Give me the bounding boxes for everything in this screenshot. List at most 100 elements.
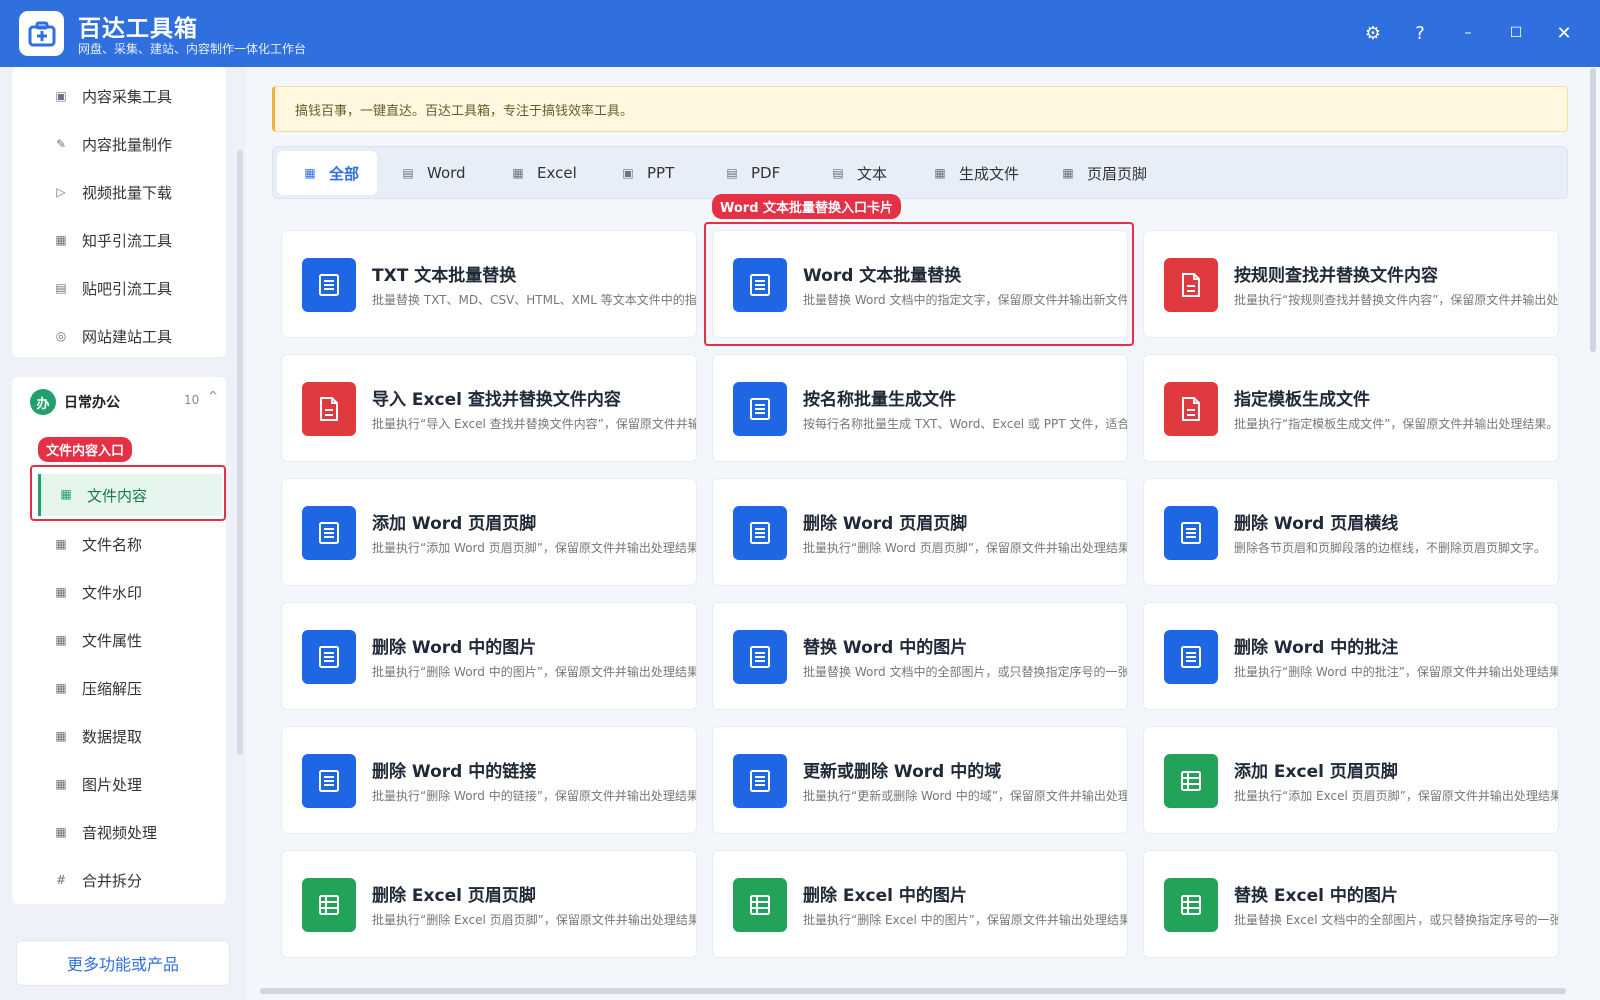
grid-icon: ▦ — [55, 825, 67, 839]
sidebar-item-file-name[interactable]: ▦ 文件名称 — [12, 524, 222, 564]
tool-card-title: 按规则查找并替换文件内容 — [1234, 266, 1438, 286]
tab-word[interactable]: ▤ Word — [401, 151, 465, 195]
tool-card-title: 删除 Word 中的图片 — [372, 638, 537, 658]
tab-generate-file[interactable]: ▦ 生成文件 — [933, 151, 1019, 195]
tool-card-description: 删除各节页眉和页脚段落的边框线，不删除页眉页脚文字。 — [1234, 541, 1547, 555]
sidebar-item-website[interactable]: ◎ 网站建站工具 — [12, 316, 222, 356]
sheet-file-icon — [1164, 754, 1218, 808]
tool-card-description: 批量替换 Word 文档中的全部图片，或只替换指定序号的一张图片。 — [803, 665, 1128, 679]
sheet-file-icon — [302, 878, 356, 932]
tab-pdf[interactable]: ▤ PDF — [725, 151, 780, 195]
tool-card[interactable]: 删除 Word 中的批注 批量执行“删除 Word 中的批注”，保留原文件并输出处… — [1143, 602, 1559, 710]
tool-card-title: TXT 文本批量替换 — [372, 266, 517, 286]
tool-card[interactable]: 删除 Word 页眉页脚 批量执行“删除 Word 页眉页脚”，保留原文件并输出处… — [712, 478, 1128, 586]
maximize-icon[interactable]: ☐ — [1503, 20, 1529, 46]
document-file-icon — [1164, 630, 1218, 684]
close-icon[interactable]: ✕ — [1551, 20, 1577, 46]
toolbox-logo-icon — [19, 11, 64, 56]
tab-header-footer[interactable]: ▦ 页眉页脚 — [1061, 151, 1147, 195]
category-tabs: ▦ 全部 ▤ Word ▦ Excel ▣ PPT ▤ PDF ▤ 文本 ▦ 生成文件 ▦ 页眉… — [272, 146, 1568, 199]
pen-icon: ✎ — [55, 137, 67, 151]
tool-card[interactable]: 删除 Excel 中的图片批量执行“删除 Excel 中的图片”，保留原文件并输… — [712, 850, 1128, 958]
tool-card[interactable]: 替换 Word 中的图片 批量替换 Word 文档中的全部图片，或只替换指定序号的… — [712, 602, 1128, 710]
slide-icon: ▣ — [622, 166, 634, 180]
tool-card[interactable]: 删除 Excel 页眉页脚 批量执行“删除 Excel 页眉页脚”，保留原文件并输… — [281, 850, 697, 958]
document-file-icon — [733, 382, 787, 436]
collapse-caret-icon[interactable]: ^ — [208, 389, 218, 403]
sidebar-item-tieba[interactable]: ▤ 贴吧引流工具 — [12, 268, 222, 308]
document-file-icon — [1164, 506, 1218, 560]
tool-card-description: 批量执行“导入 Excel 查找并替换文件内容”，保留原文件并输出处理结果 — [372, 417, 696, 431]
sidebar-item-image[interactable]: ▦ 图片处理 — [12, 764, 222, 804]
group-title: 日常办公 — [64, 395, 120, 411]
tool-card-title: 添加 Excel 页眉页脚 — [1234, 762, 1398, 782]
document-file-icon — [302, 258, 356, 312]
word-replace-entry-tag: Word 文本批量替换入口卡片 — [712, 194, 902, 219]
tool-card-title: 删除 Word 页眉横线 — [1234, 514, 1399, 534]
grid-icon: ▦ — [55, 681, 67, 695]
tool-card[interactable]: 按规则查找并替换文件内容批量执行“按规则查找并替换文件内容”，保留原文件并输出处… — [1143, 230, 1559, 338]
tab-ppt[interactable]: ▣ PPT — [621, 151, 674, 195]
settings-gear-icon[interactable]: ⚙ — [1360, 20, 1386, 46]
tab-all[interactable]: ▦ 全部 — [277, 151, 377, 195]
sidebar-item-content-batch[interactable]: ✎ 内容批量制作 — [12, 124, 222, 164]
grid-icon: ▦ — [55, 777, 67, 791]
tool-card-title: 导入 Excel 查找并替换文件内容 — [372, 390, 621, 410]
horizontal-scrollbar[interactable] — [260, 988, 1566, 994]
sidebar-item-video-download[interactable]: ▷ 视频批量下载 — [12, 172, 222, 212]
vertical-scrollbar[interactable] — [1590, 68, 1596, 352]
doc-icon: ▤ — [402, 166, 414, 180]
tool-card-title: 删除 Excel 中的图片 — [803, 886, 967, 906]
tool-card[interactable]: 删除 Word 中的图片批量执行“删除 Word 中的图片”，保留原文件并输出处… — [281, 602, 697, 710]
tool-card-description: 批量执行“删除 Excel 页眉页脚”，保留原文件并输出处理结果。 — [372, 913, 697, 927]
document-file-icon — [733, 630, 787, 684]
tool-card[interactable]: 添加 Word 页眉页脚 批量执行“添加 Word 页眉页脚”，保留原文件并输出处… — [281, 478, 697, 586]
tool-card-description: 批量执行“删除 Excel 中的图片”，保留原文件并输出处理结果。 — [803, 913, 1128, 927]
tool-card[interactable]: 删除 Word 页眉横线删除各节页眉和页脚段落的边框线，不删除页眉页脚文字。 — [1143, 478, 1559, 586]
tool-card[interactable]: 导入 Excel 查找并替换文件内容批量执行“导入 Excel 查找并替换文件内… — [281, 354, 697, 462]
more-products-button[interactable]: 更多功能或产品 — [16, 940, 230, 986]
grid-icon: ▦ — [1062, 166, 1074, 180]
notice-banner: 搞钱百事，一键直达。百达工具箱，专注于搞钱效率工具。 — [272, 86, 1568, 132]
tool-card-description: 批量替换 TXT、MD、CSV、HTML、XML 等文本文件中的指定内容 — [372, 293, 697, 307]
tool-card[interactable]: 按名称批量生成文件 按每行名称批量生成 TXT、Word、Excel 或 PPT … — [712, 354, 1128, 462]
sidebar-item-merge-split[interactable]: # 合并拆分 — [12, 860, 222, 900]
document-file-icon — [733, 754, 787, 808]
group-header-office[interactable]: 办 日常办公 10 ^ — [12, 377, 226, 425]
tool-card[interactable]: 替换 Excel 中的图片 批量替换 Excel 文档中的全部图片，或只替换指定序… — [1143, 850, 1559, 958]
tool-card[interactable]: 指定模板生成文件 批量执行“指定模板生成文件”，保留原文件并输出处理结果。 — [1143, 354, 1559, 462]
sidebar-item-file-watermark[interactable]: ▦ 文件水印 — [12, 572, 222, 612]
tool-card-title: 指定模板生成文件 — [1234, 390, 1370, 410]
sidebar-item-media[interactable]: ▦ 音视频处理 — [12, 812, 222, 852]
sidebar-item-content-collect[interactable]: ▣ 内容采集工具 — [12, 76, 222, 116]
tool-card-description: 按每行名称批量生成 TXT、Word、Excel 或 PPT 文件，适合批量建档 — [803, 417, 1127, 431]
pdf-file-icon — [1164, 258, 1218, 312]
pdf-file-icon — [1164, 382, 1218, 436]
tool-card[interactable]: 删除 Word 中的链接 批量执行“删除 Word 中的链接”，保留原文件并输出处… — [281, 726, 697, 834]
zhihu-icon: ▦ — [55, 233, 67, 247]
grid-icon: ▦ — [55, 585, 67, 599]
tab-text[interactable]: ▤ 文本 — [831, 151, 887, 195]
tool-card-description: 批量执行“按规则查找并替换文件内容”，保留原文件并输出处理结果 — [1234, 293, 1559, 307]
pdf-file-icon — [302, 382, 356, 436]
sidebar-item-data-extract[interactable]: ▦ 数据提取 — [12, 716, 222, 756]
document-file-icon — [733, 506, 787, 560]
tool-card[interactable]: 更新或删除 Word 中的域 批量执行“更新或删除 Word 中的域”，保留原文件… — [712, 726, 1128, 834]
tool-card-description: 批量执行“删除 Word 中的链接”，保留原文件并输出处理结果。 — [372, 789, 697, 803]
sidebar-item-zhihu[interactable]: ▦ 知乎引流工具 — [12, 220, 222, 260]
tool-card[interactable]: TXT 文本批量替换批量替换 TXT、MD、CSV、HTML、XML 等文本文件… — [281, 230, 697, 338]
help-icon[interactable]: ? — [1407, 20, 1433, 46]
grid-icon: ▦ — [55, 537, 67, 551]
tab-excel[interactable]: ▦ Excel — [511, 151, 576, 195]
sidebar-item-file-attributes[interactable]: ▦ 文件属性 — [12, 620, 222, 660]
sidebar-scrollbar[interactable] — [237, 150, 243, 755]
document-file-icon — [302, 754, 356, 808]
sidebar-item-compress[interactable]: ▦ 压缩解压 — [12, 668, 222, 708]
globe-icon: ◎ — [55, 329, 67, 343]
sidebar: ▣ 内容采集工具 ✎ 内容批量制作 ▷ 视频批量下载 ▦ 知乎引流工具 ▤ 贴吧引流工具 … — [0, 67, 246, 1000]
sheet-icon: ▦ — [512, 166, 524, 180]
tool-card[interactable]: 添加 Excel 页眉页脚 批量执行“添加 Excel 页眉页脚”，保留原文件并输… — [1143, 726, 1559, 834]
grid-icon: ▦ — [934, 166, 946, 180]
minimize-icon[interactable]: – — [1455, 20, 1481, 46]
tool-card-description: 批量执行“删除 Word 中的图片”，保留原文件并输出处理结果。 — [372, 665, 697, 679]
